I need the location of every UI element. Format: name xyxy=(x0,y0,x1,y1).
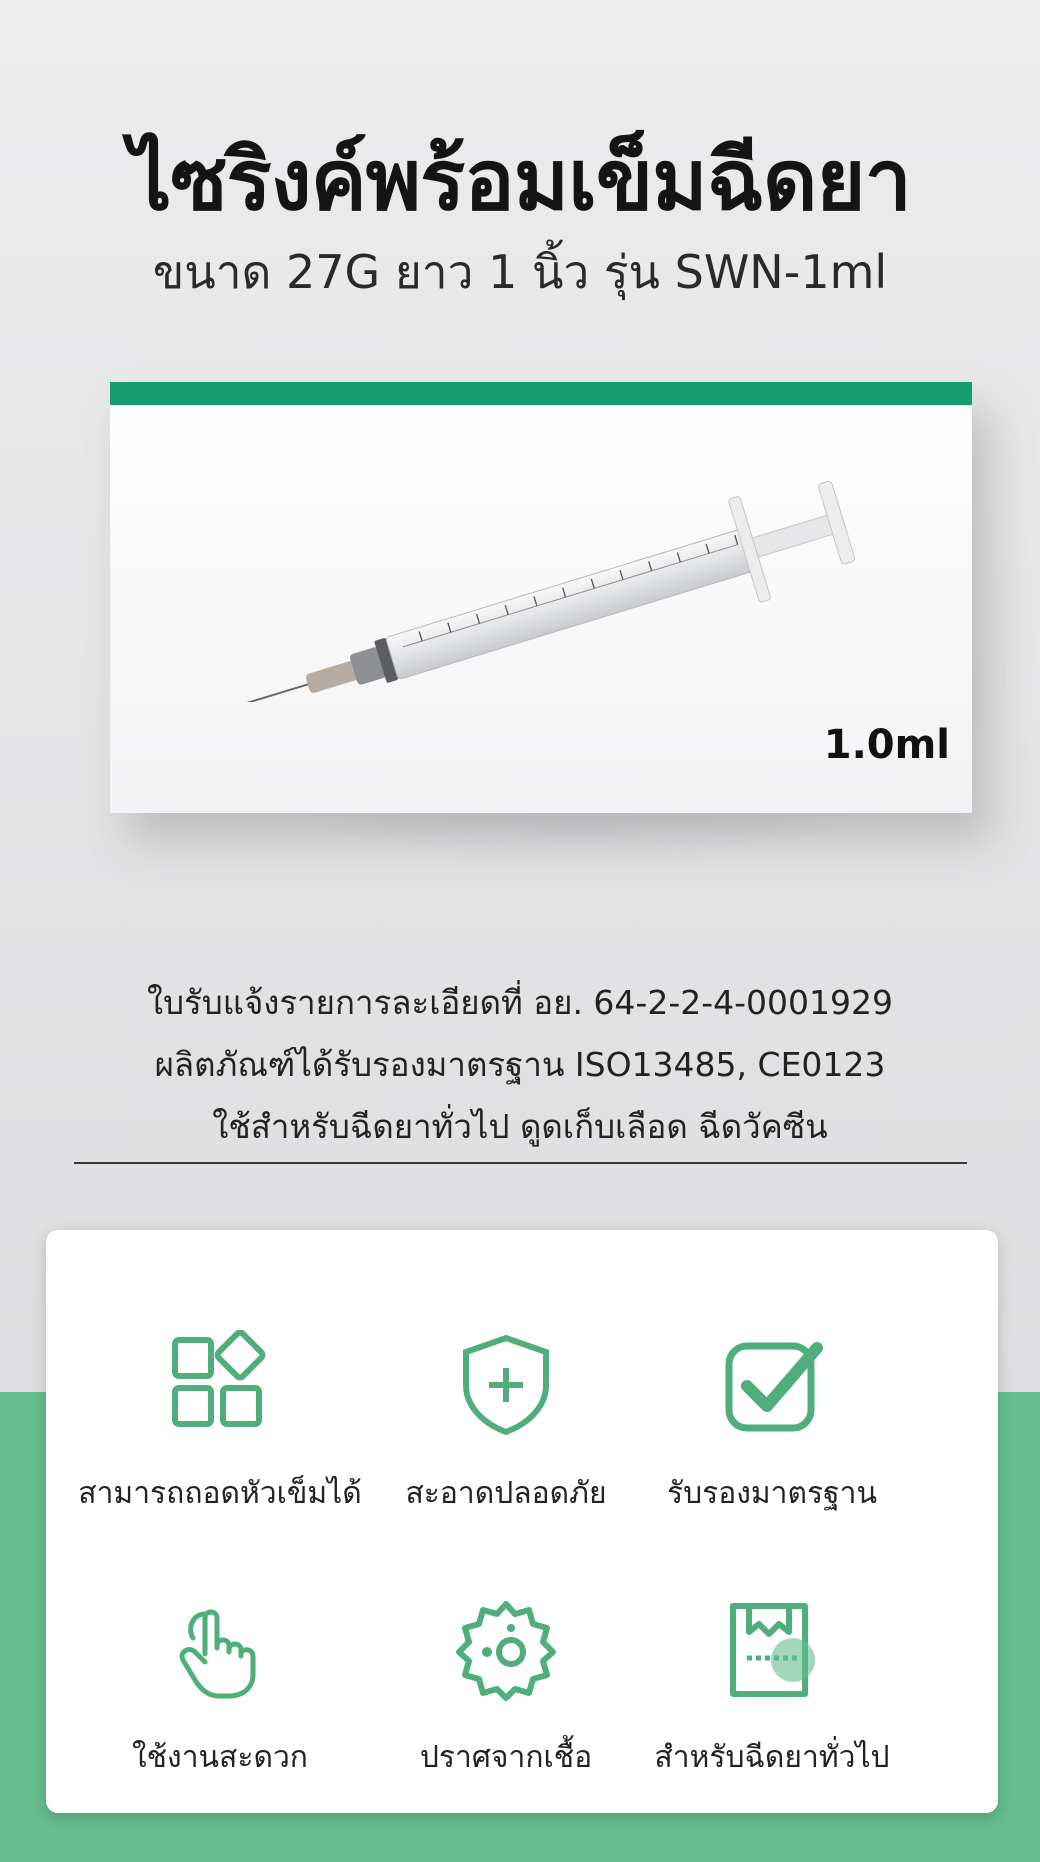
modules-icon xyxy=(172,1330,266,1427)
virus-icon xyxy=(456,1601,556,1701)
feature-label: สำหรับฉีดยาทั่วไป xyxy=(654,1740,890,1775)
feature-item: สามารถถอดหัวเข็มได้ xyxy=(70,1330,370,1517)
feature-label: ปราศจากเชื้อ xyxy=(419,1740,593,1775)
feature-label: สะอาดปลอดภัย xyxy=(405,1476,607,1511)
feature-label: สามารถถอดหัวเข็มได้ xyxy=(78,1476,362,1511)
hand-tap-icon xyxy=(179,1609,256,1699)
syringe-image xyxy=(165,480,856,702)
usage-text: ใช้สำหรับฉีดยาทั่วไป ดูดเก็บเลือด ฉีดวัค… xyxy=(212,1107,828,1146)
feature-item: ปราศจากเชื้อ xyxy=(356,1594,656,1781)
registration-text: ใบรับแจ้งรายการละเอียดที่ อย. 64-2-2-4-0… xyxy=(146,983,894,1022)
feature-item: สะอาดปลอดภัย xyxy=(356,1330,656,1517)
features-panel: สามารถถอดหัวเข็มได้ สะอาดปลอดภัย รับรองม… xyxy=(46,1230,998,1813)
feature-item: สำหรับฉีดยาทั่วไป xyxy=(622,1594,922,1781)
page-subtitle: ขนาด 27G ยาว 1 นิ้ว รุ่น SWN-1ml xyxy=(152,245,888,299)
volume-label: 1.0ml xyxy=(823,722,950,768)
certification-text: ผลิตภัณฑ์ได้รับรองมาตรฐาน ISO13485, CE01… xyxy=(154,1045,886,1084)
check-box-icon xyxy=(725,1342,823,1432)
feature-item: ใช้งานสะดวก xyxy=(70,1594,370,1781)
feature-label: ใช้งานสะดวก xyxy=(132,1740,308,1775)
feature-label: รับรองมาตรฐาน xyxy=(666,1476,878,1511)
package-icon xyxy=(730,1603,815,1697)
feature-item: รับรองมาตรฐาน xyxy=(622,1330,922,1517)
shield-plus-icon xyxy=(463,1334,549,1436)
page-title: ไซริงค์พร้อมเข็มฉีดยา xyxy=(129,131,912,229)
product-image-card: 1.0ml xyxy=(110,382,972,813)
product-card-accent-bar xyxy=(110,382,972,405)
divider-line xyxy=(74,1162,967,1164)
